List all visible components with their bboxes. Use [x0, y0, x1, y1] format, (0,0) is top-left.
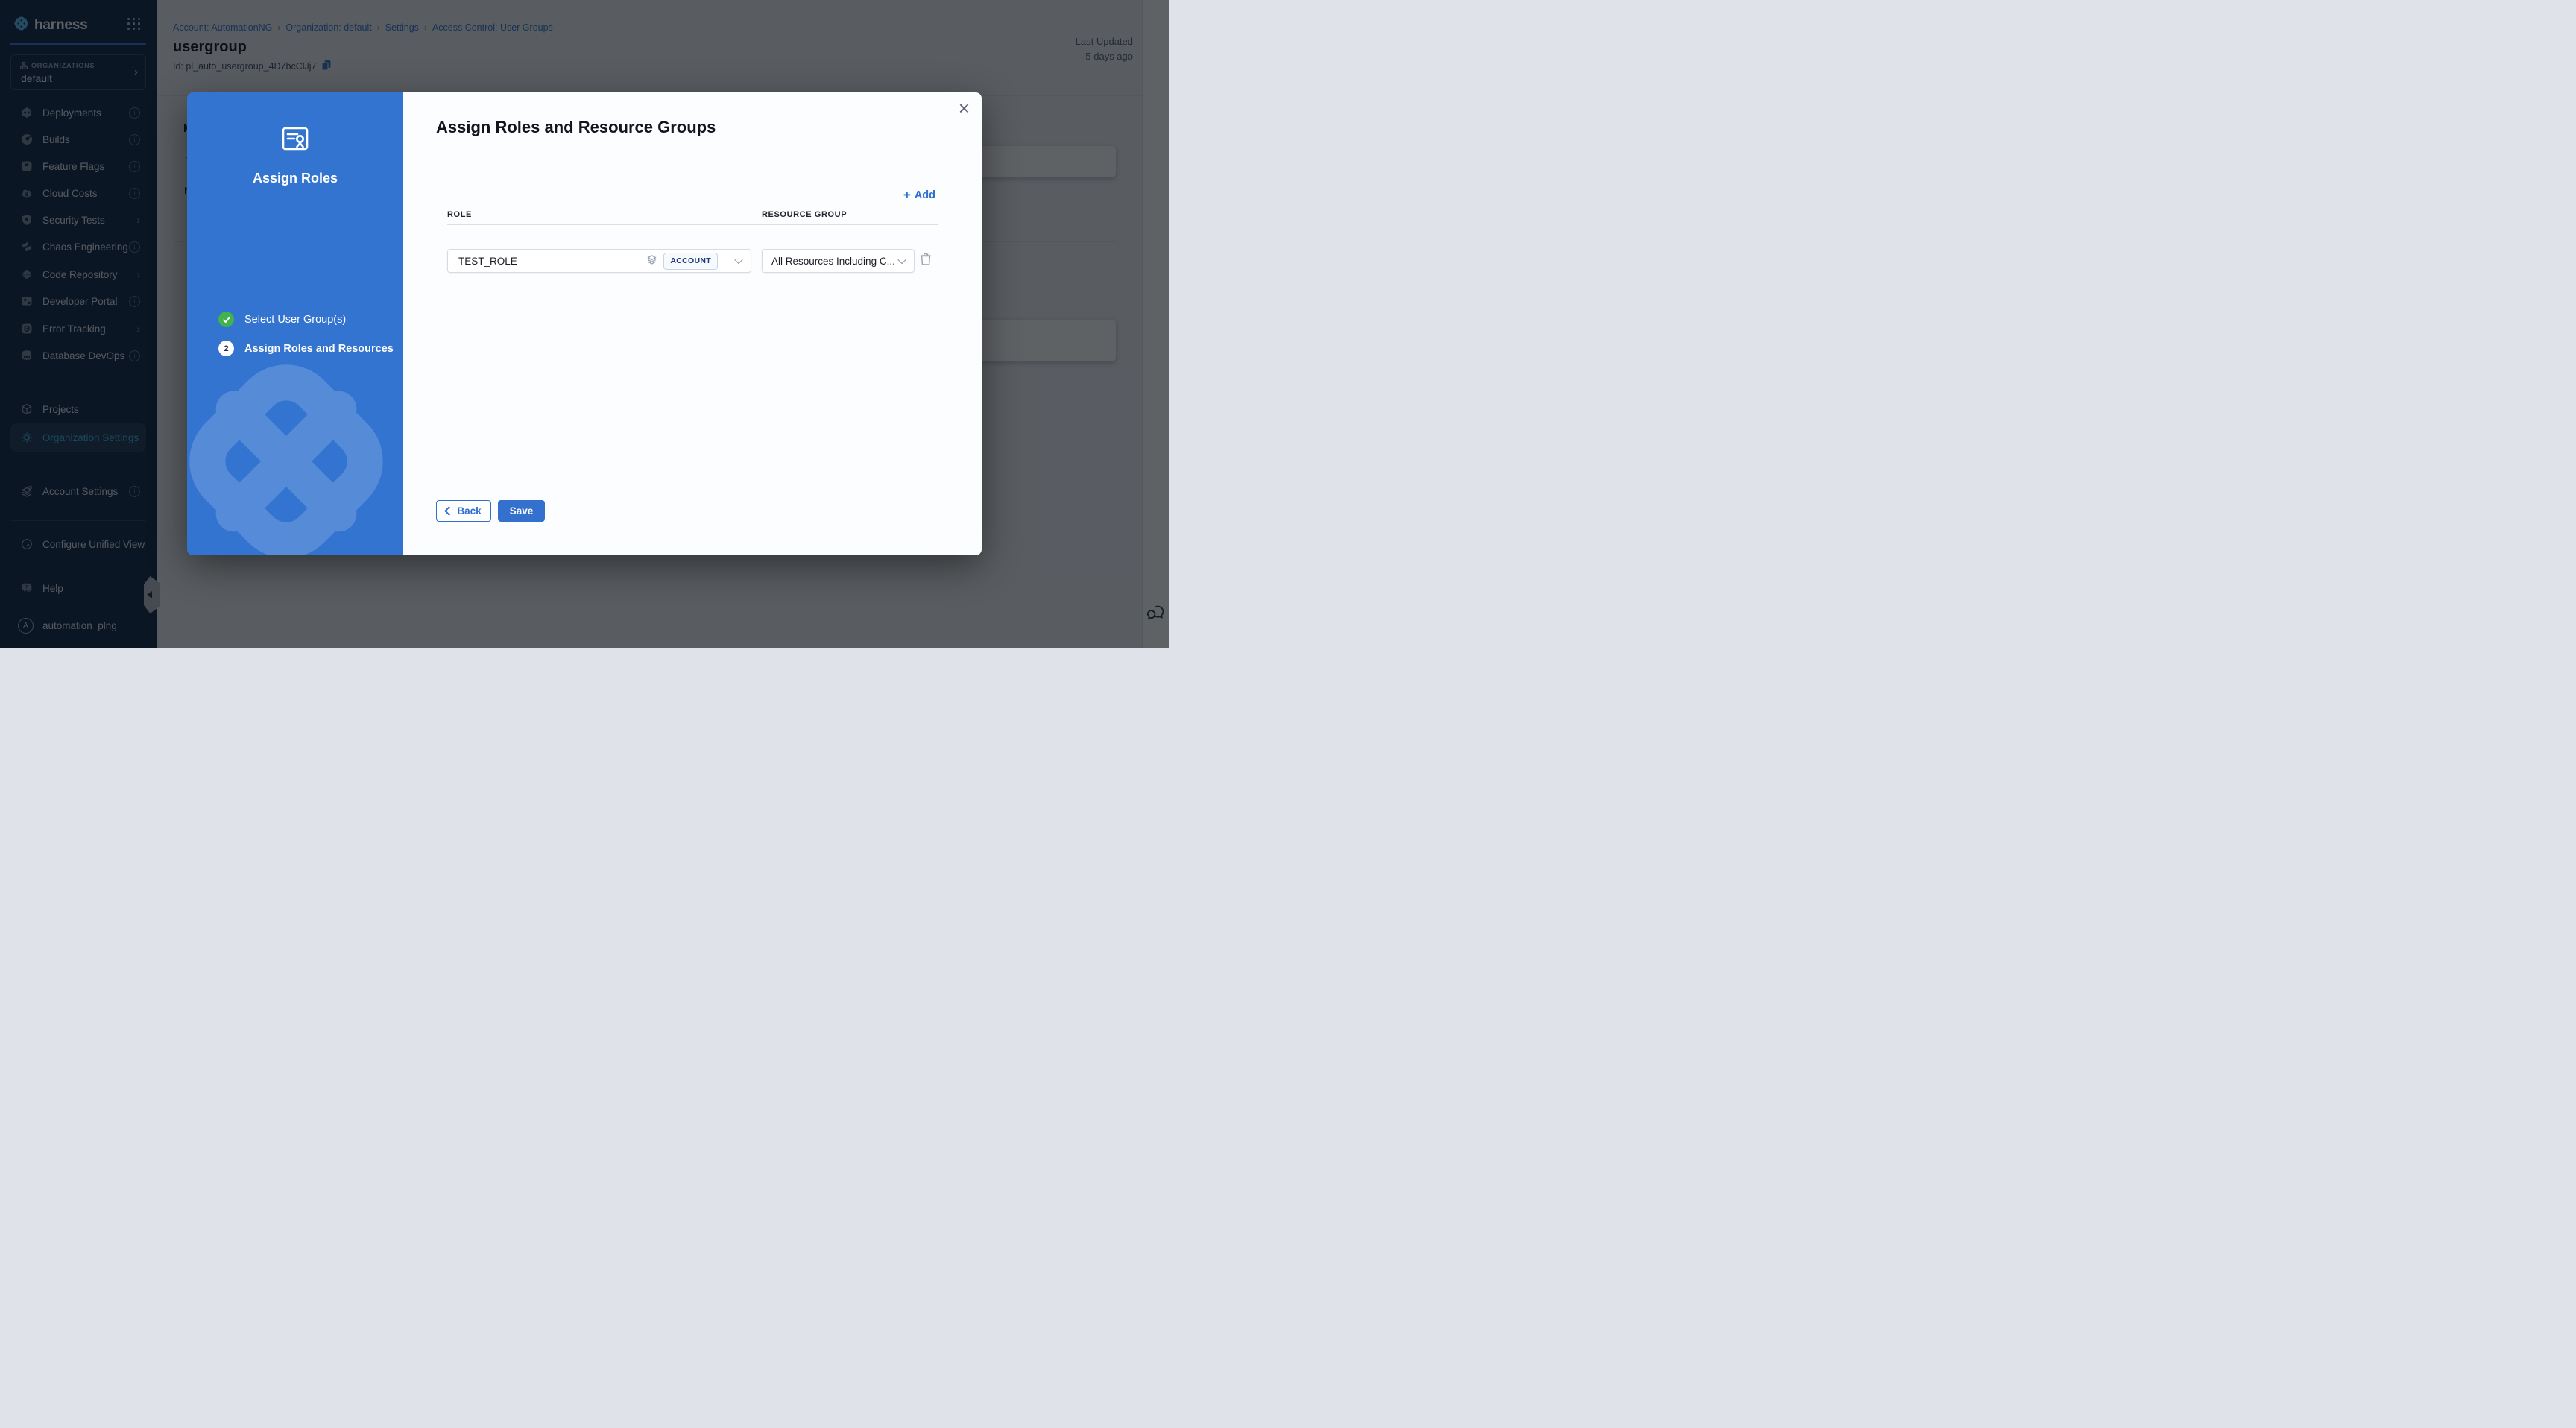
modal-content: × Assign Roles and Resource Groups + Add…: [403, 92, 982, 555]
step-label: Assign Roles and Resources: [244, 343, 394, 355]
wizard-panel: Assign Roles Select User Group(s) 2 Assi…: [187, 92, 403, 555]
role-column-header: ROLE: [447, 210, 472, 219]
harness-watermark-icon: [187, 323, 403, 555]
modal-title: Assign Roles and Resource Groups: [436, 118, 716, 137]
app-window: Account: AutomationNG › Organization: de…: [0, 0, 1169, 648]
delete-row-icon[interactable]: [920, 252, 932, 270]
back-label: Back: [457, 505, 481, 516]
resource-group-select[interactable]: All Resources Including C...: [762, 249, 915, 273]
plus-icon: +: [903, 188, 911, 203]
resource-group-value: All Resources Including C...: [771, 256, 899, 267]
add-button[interactable]: + Add: [903, 188, 935, 203]
assign-roles-modal: Assign Roles Select User Group(s) 2 Assi…: [187, 92, 982, 555]
wizard-title: Assign Roles: [187, 171, 403, 186]
chevron-down-icon: [734, 256, 742, 264]
step-label: Select User Group(s): [244, 314, 346, 326]
check-circle-icon: [218, 312, 234, 327]
modal-actions: Back Save: [436, 500, 545, 522]
chevron-left-icon: [444, 506, 454, 516]
scope-badge: ACCOUNT: [663, 253, 718, 270]
id-card-icon: [279, 122, 312, 159]
table-header-divider: [447, 224, 938, 225]
save-button[interactable]: Save: [498, 500, 545, 522]
save-label: Save: [510, 505, 534, 516]
add-label: Add: [915, 189, 935, 201]
role-select[interactable]: TEST_ROLE ACCOUNT: [447, 249, 751, 273]
step-number-badge: 2: [218, 341, 234, 356]
back-button[interactable]: Back: [436, 500, 491, 522]
role-value: TEST_ROLE: [458, 256, 517, 267]
layers-icon: [646, 254, 657, 268]
resource-group-column-header: RESOURCE GROUP: [762, 210, 847, 219]
wizard-step-assign-roles[interactable]: 2 Assign Roles and Resources: [218, 341, 394, 356]
wizard-step-select-user-groups[interactable]: Select User Group(s): [218, 312, 346, 327]
chevron-down-icon: [897, 256, 906, 264]
close-icon[interactable]: ×: [959, 98, 970, 118]
